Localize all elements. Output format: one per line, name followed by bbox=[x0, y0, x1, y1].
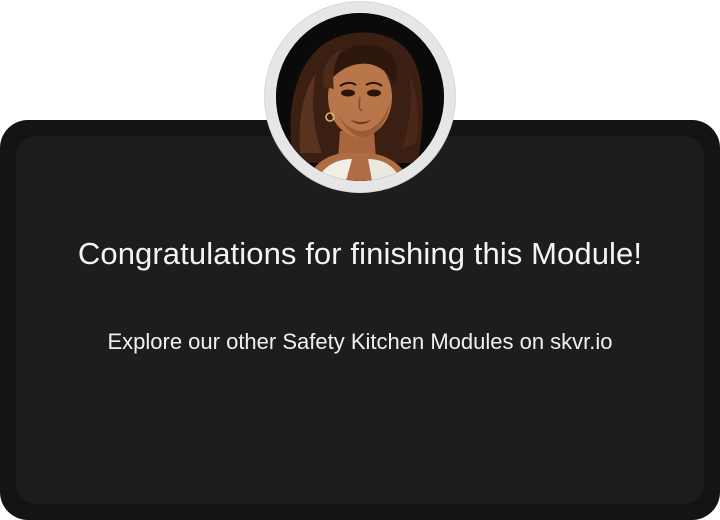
explore-modules-text: Explore our other Safety Kitchen Modules… bbox=[107, 329, 613, 354]
congratulations-title: Congratulations for finishing this Modul… bbox=[77, 236, 643, 271]
portrait-illustration bbox=[276, 13, 444, 181]
instructor-avatar bbox=[276, 13, 444, 181]
avatar-ring bbox=[265, 2, 455, 192]
